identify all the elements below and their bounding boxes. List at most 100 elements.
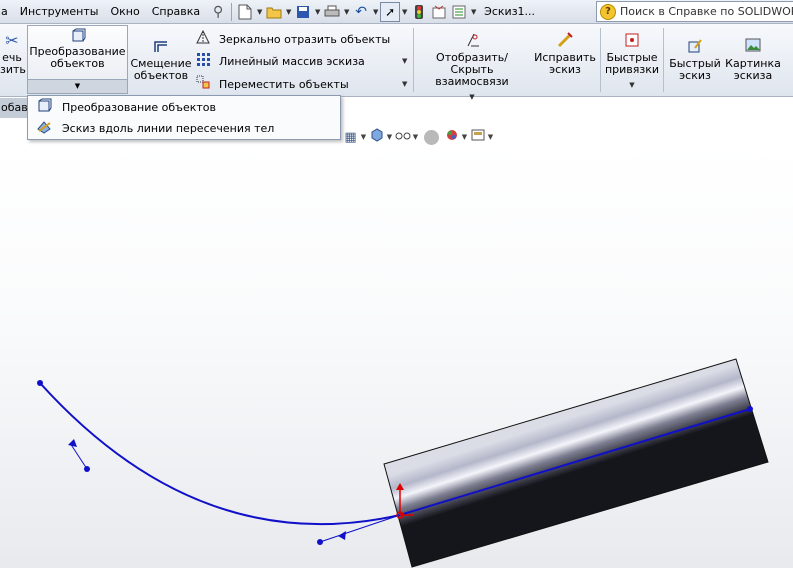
rapid-sketch-icon bbox=[666, 38, 724, 56]
view-settings-icon[interactable] bbox=[469, 129, 486, 145]
ribbon-separator bbox=[663, 28, 664, 92]
undo-dropdown-arrow[interactable]: ▼ bbox=[371, 8, 380, 16]
repair-label-line2: эскиз bbox=[549, 63, 581, 76]
display-style-dropdown-arrow[interactable]: ▼ bbox=[385, 133, 394, 141]
linear-pattern-button[interactable]: Линейный массив эскиза bbox=[194, 51, 365, 71]
mirror-label: Зеркально отразить объекты bbox=[219, 32, 391, 46]
convert-label-line2: объектов bbox=[50, 57, 105, 70]
print-icon[interactable] bbox=[322, 2, 342, 22]
trim-label-line2: зить bbox=[0, 63, 26, 76]
mirror-entities-button[interactable]: Зеркально отразить объекты bbox=[194, 29, 390, 49]
relations-dropdown-arrow[interactable]: ▼ bbox=[418, 91, 526, 103]
line-end-point[interactable] bbox=[747, 406, 753, 412]
convert-entities-icon bbox=[34, 98, 54, 118]
menu-item-convert-entities[interactable]: Преобразование объектов bbox=[28, 97, 340, 118]
intersection-curve-icon bbox=[34, 119, 54, 139]
help-question-icon: ? bbox=[600, 3, 616, 20]
tangent-handle-start[interactable] bbox=[69, 442, 88, 470]
move-dropdown-arrow[interactable]: ▼ bbox=[402, 80, 407, 88]
select-dropdown-arrow[interactable]: ▼ bbox=[400, 8, 409, 16]
handle-point-start[interactable] bbox=[84, 466, 90, 472]
quick-snaps-button[interactable]: Быстрые привязки ▼ bbox=[603, 32, 661, 91]
convert-dropdown-arrow[interactable]: ▼ bbox=[28, 79, 127, 93]
arc-start-point[interactable] bbox=[37, 380, 43, 386]
open-dropdown-arrow[interactable]: ▼ bbox=[284, 8, 293, 16]
hide-show-items-icon[interactable] bbox=[394, 130, 411, 145]
options-dropdown-arrow[interactable]: ▼ bbox=[469, 8, 478, 16]
relations-label-line1: Отобразить/Скрыть bbox=[436, 51, 508, 76]
convert-entities-button[interactable]: Преобразование объектов ▼ bbox=[27, 25, 128, 94]
offset-icon bbox=[130, 38, 192, 56]
sketch-picture-button[interactable]: Картинка эскиза bbox=[724, 38, 782, 82]
quick-snaps-icon bbox=[603, 32, 661, 50]
linear-pattern-label: Линейный массив эскиза bbox=[219, 54, 365, 68]
save-icon[interactable] bbox=[293, 2, 313, 22]
relations-label-line2: взаимосвязи bbox=[435, 75, 509, 88]
print-dropdown-arrow[interactable]: ▼ bbox=[342, 8, 351, 16]
scene-dropdown-arrow[interactable]: ▼ bbox=[460, 133, 469, 141]
quick-access-toolbar: ⚲ ▼ ▼ ▼ ▼ ↶ ▼ ➚ ▼ ▼ Эскиз1... bbox=[208, 1, 535, 23]
menu-item-intersection-curve[interactable]: Эскиз вдоль линии пересечения тел bbox=[28, 118, 340, 139]
menu-window[interactable]: Окно bbox=[104, 1, 145, 23]
view-orientation-dropdown-arrow[interactable]: ▼ bbox=[359, 133, 368, 141]
traffic-light-icon[interactable] bbox=[409, 2, 429, 22]
display-relations-button[interactable]: Отобразить/Скрыть взаимосвязи ▼ bbox=[418, 32, 526, 103]
move-entities-button[interactable]: Переместить объекты bbox=[194, 74, 349, 94]
trim-icon: ✂ bbox=[5, 31, 19, 50]
scene-icon[interactable] bbox=[443, 128, 460, 146]
tangent-arrow-start[interactable] bbox=[68, 439, 77, 447]
linear-pattern-icon bbox=[194, 52, 212, 70]
move-entities-icon bbox=[194, 75, 212, 93]
undo-icon[interactable]: ↶ bbox=[351, 2, 371, 22]
mirror-icon bbox=[194, 29, 212, 48]
convert-entities-icon bbox=[28, 28, 127, 46]
graphics-area[interactable] bbox=[0, 140, 793, 568]
open-folder-icon[interactable] bbox=[264, 2, 284, 22]
options-icon[interactable] bbox=[449, 2, 469, 22]
select-cursor-icon[interactable]: ➚ bbox=[380, 1, 401, 22]
ribbon-separator bbox=[600, 28, 601, 92]
sketch-picture-icon bbox=[724, 38, 782, 56]
menu-help[interactable]: Справка bbox=[146, 1, 206, 23]
view-settings-dropdown-arrow[interactable]: ▼ bbox=[486, 133, 495, 141]
help-search-input[interactable]: ? Поиск в Справке по SOLIDWORKS bbox=[596, 1, 793, 22]
rapid-sketch-button[interactable]: Быстрый эскиз bbox=[666, 38, 724, 82]
search-placeholder: Поиск в Справке по SOLIDWORKS bbox=[620, 5, 793, 18]
view-orientation-icon[interactable]: ▦ bbox=[342, 130, 359, 145]
ribbon-separator bbox=[413, 28, 414, 92]
sketch-arc[interactable] bbox=[39, 382, 401, 526]
rapid-sketch-label-line2: эскиз bbox=[679, 69, 711, 82]
repair-sketch-icon bbox=[533, 32, 597, 50]
tangent-arrow-end[interactable] bbox=[338, 531, 346, 540]
edit-appearance-icon[interactable] bbox=[424, 129, 439, 145]
command-manager-ribbon: ✂ ечь зить Преобразование объектов ▼ Сме… bbox=[0, 24, 793, 101]
document-title: Эскиз1... bbox=[484, 5, 536, 18]
heads-up-view-toolbar: ▦ ▼ ▼ ▼ ▼ ▼ bbox=[342, 127, 495, 147]
new-dropdown-arrow[interactable]: ▼ bbox=[255, 8, 264, 16]
repair-sketch-button[interactable]: Исправить эскиз bbox=[533, 32, 597, 76]
snaps-dropdown-arrow[interactable]: ▼ bbox=[603, 79, 661, 91]
sketch-scene bbox=[37, 358, 769, 568]
menu-item-truncated[interactable]: а bbox=[0, 1, 14, 23]
linear-pattern-dropdown-arrow[interactable]: ▼ bbox=[402, 57, 407, 65]
menu-tools[interactable]: Инструменты bbox=[14, 1, 105, 23]
snaps-label-line2: привязки bbox=[604, 63, 660, 76]
toolbar-separator bbox=[231, 2, 233, 21]
move-label: Переместить объекты bbox=[219, 77, 349, 91]
file-properties-icon[interactable] bbox=[429, 2, 449, 22]
new-document-icon[interactable] bbox=[235, 2, 255, 22]
menu-item-label: Эскиз вдоль линии пересечения тел bbox=[62, 122, 275, 135]
pin-icon[interactable]: ⚲ bbox=[208, 2, 228, 22]
handle-point-end[interactable] bbox=[317, 539, 323, 545]
sketch-picture-label-line2: эскиза bbox=[733, 69, 773, 82]
display-style-icon[interactable] bbox=[368, 128, 385, 146]
offset-entities-button[interactable]: Смещение объектов bbox=[130, 38, 192, 82]
cylinder-body[interactable] bbox=[383, 358, 769, 568]
offset-label-line2: объектов bbox=[133, 69, 189, 82]
menu-item-label: Преобразование объектов bbox=[62, 101, 216, 114]
hide-show-dropdown-arrow[interactable]: ▼ bbox=[411, 133, 420, 141]
save-dropdown-arrow[interactable]: ▼ bbox=[313, 8, 322, 16]
relations-icon bbox=[418, 32, 526, 50]
tangent-handle-end[interactable] bbox=[319, 514, 401, 543]
trim-entities-button[interactable]: ✂ ечь зить bbox=[0, 31, 26, 76]
